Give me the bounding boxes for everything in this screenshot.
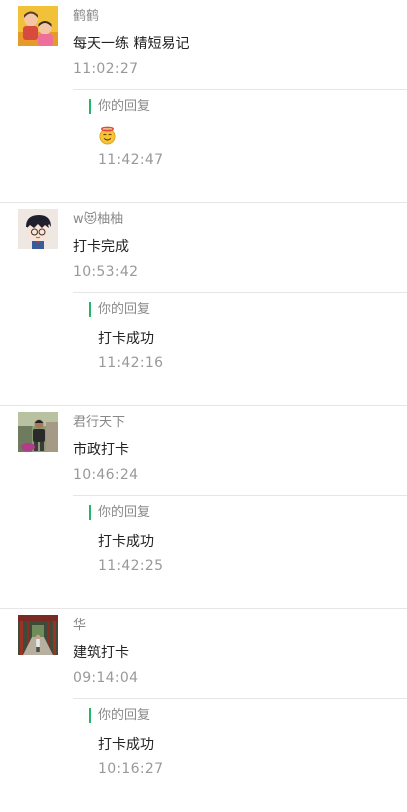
comment-text: 每天一练 精短易记 xyxy=(73,36,190,52)
smiling-face-with-halo-emoji xyxy=(99,126,116,145)
reply-time: 11:42:47 xyxy=(98,152,164,168)
comment-time: 09:14:04 xyxy=(73,670,139,686)
comment-item: 华 建筑打卡 09:14:04 你的回复 打卡成功 10:16:27 xyxy=(0,609,407,812)
kids-photo-avatar[interactable] xyxy=(18,6,58,46)
comment-list: 鹤鹤 每天一练 精短易记 11:02:27 你的回复 11:42:47 w😻柚柚… xyxy=(0,0,407,812)
comment-text: 建筑打卡 xyxy=(73,645,129,661)
corridor-photo-avatar[interactable] xyxy=(18,615,58,655)
comment-time: 10:46:24 xyxy=(73,467,139,483)
man-photo-avatar[interactable] xyxy=(18,412,58,452)
nickname: w😻柚柚 xyxy=(73,212,124,227)
reply-label: 你的回复 xyxy=(89,99,150,114)
nickname: 华 xyxy=(73,618,87,633)
comment-time: 10:53:42 xyxy=(73,264,139,280)
reply-text: 打卡成功 xyxy=(98,737,154,753)
reply-block: 你的回复 打卡成功 11:42:16 xyxy=(73,292,407,371)
comment-text: 市政打卡 xyxy=(73,442,129,458)
reply-label: 你的回复 xyxy=(89,708,150,723)
reply-block: 你的回复 11:42:47 xyxy=(73,89,407,168)
reply-label: 你的回复 xyxy=(89,302,150,317)
comment-item: 鹤鹤 每天一练 精短易记 11:02:27 你的回复 11:42:47 xyxy=(0,0,407,203)
reply-block: 你的回复 打卡成功 10:16:27 xyxy=(73,698,407,777)
reply-time: 10:16:27 xyxy=(98,761,164,777)
reply-text: 打卡成功 xyxy=(98,534,154,550)
comment-text: 打卡完成 xyxy=(73,239,129,255)
reply-time: 11:42:16 xyxy=(98,355,164,371)
reply-time: 11:42:25 xyxy=(98,558,164,574)
reply-label: 你的回复 xyxy=(89,505,150,520)
reply-text: 打卡成功 xyxy=(98,331,154,347)
reply-block: 你的回复 打卡成功 11:42:25 xyxy=(73,495,407,574)
comment-item: 君行天下 市政打卡 10:46:24 你的回复 打卡成功 11:42:25 xyxy=(0,406,407,609)
comment-item: w😻柚柚 打卡完成 10:53:42 你的回复 打卡成功 11:42:16 xyxy=(0,203,407,406)
cartoon-boy-avatar[interactable] xyxy=(18,209,58,249)
nickname: 鹤鹤 xyxy=(73,9,100,24)
comment-time: 11:02:27 xyxy=(73,61,139,77)
nickname: 君行天下 xyxy=(73,415,126,430)
